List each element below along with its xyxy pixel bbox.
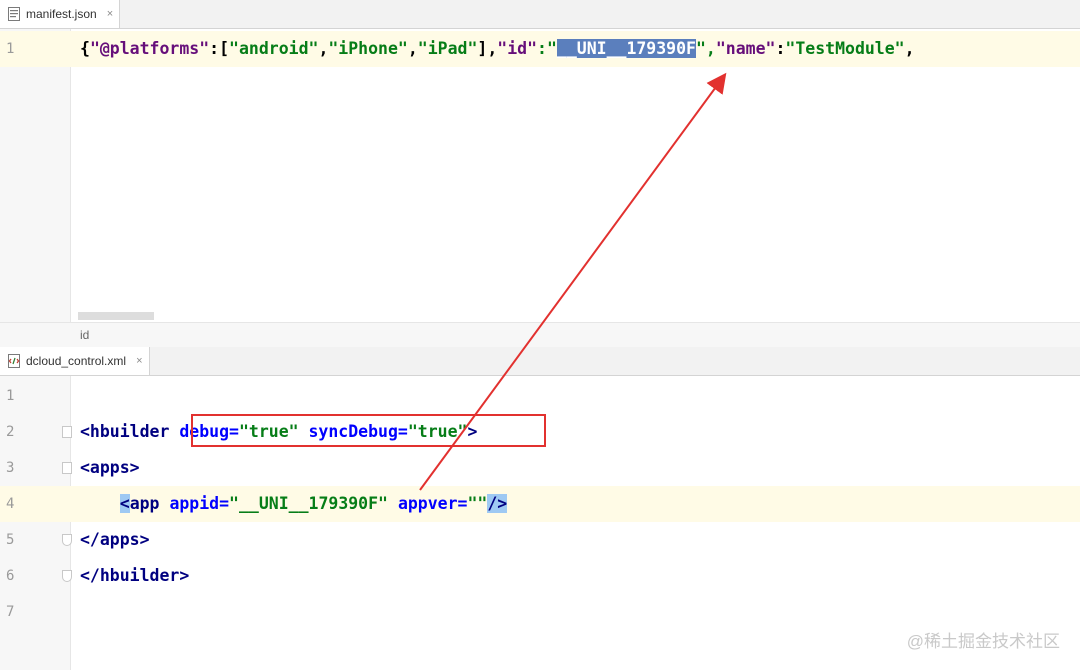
- watermark: @稀土掘金技术社区: [906, 632, 1060, 651]
- annotation-arrow: [419, 72, 727, 491]
- arrow-line: [419, 72, 727, 491]
